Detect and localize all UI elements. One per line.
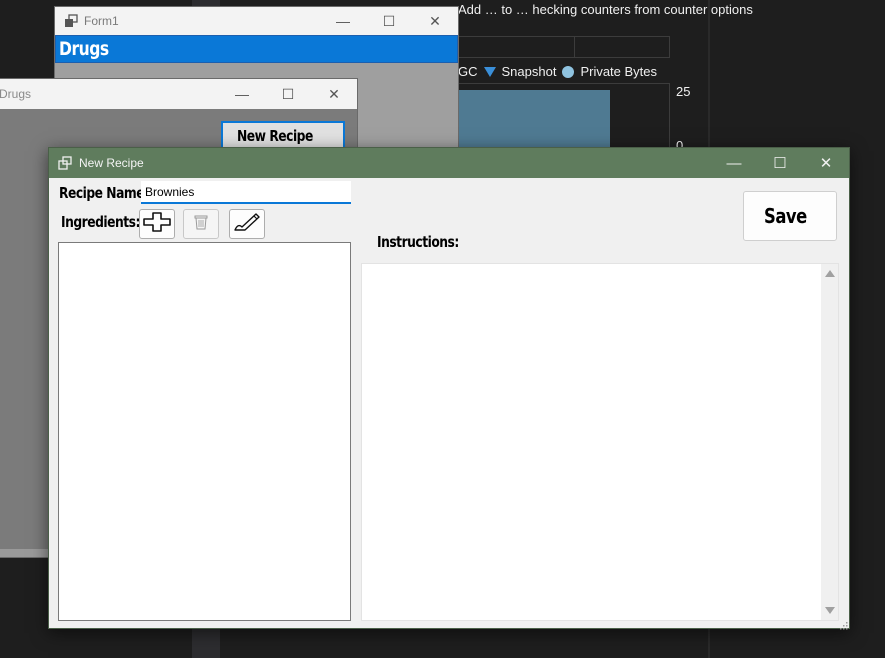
delete-ingredient-button[interactable] [183,209,219,239]
diagnostic-hint-text: Add … to … hecking counters from counter… [458,2,753,17]
form1-maximize-button[interactable]: ☐ [366,7,412,35]
chart-legend: GC Snapshot Private Bytes [458,64,657,79]
diagnostic-grid-row [458,36,670,58]
scroll-down-icon[interactable] [825,607,835,614]
private-bytes-marker-icon [562,65,575,78]
add-ingredient-button[interactable] [139,209,175,239]
instructions-textarea[interactable] [361,263,839,621]
drugs-close-button[interactable]: ✕ [311,79,357,109]
chart-axis-max: 25 [676,84,691,99]
form1-close-button[interactable]: ✕ [412,7,458,35]
form1-drugs-header[interactable]: Drugs [55,35,458,63]
snapshot-marker-icon [483,66,496,77]
instructions-label-text: Instructions: [377,233,459,251]
drugs-minimize-button[interactable]: — [219,79,265,109]
window-icon [58,156,72,170]
instructions-scrollbar[interactable] [821,264,838,620]
dialog-title: New Recipe [79,156,144,170]
recipe-name-input[interactable] [141,181,351,204]
trash-icon [192,213,210,236]
ingredients-label-text: Ingredients: [61,213,140,231]
drugs-titlebar[interactable]: Drugs — ☐ ✕ [0,79,357,109]
pencil-icon [231,210,263,239]
dialog-minimize-button[interactable]: — [711,148,757,178]
ingredients-list[interactable] [58,242,351,621]
legend-snapshot[interactable]: Snapshot [502,64,557,79]
dialog-maximize-button[interactable]: ☐ [757,148,803,178]
new-recipe-dialog: New Recipe — ☐ ✕ Recipe Name: Ingredient… [48,147,850,630]
save-button-label: Save [763,204,807,228]
resize-grip-icon[interactable] [838,617,848,630]
dialog-titlebar[interactable]: New Recipe — ☐ ✕ [49,148,849,178]
dialog-close-button[interactable]: ✕ [803,148,849,178]
save-button[interactable]: Save [743,191,837,241]
form1-header-label: Drugs [59,38,109,60]
plus-outline-icon [142,211,172,238]
form1-titlebar[interactable]: Form1 — ☐ ✕ [55,7,458,35]
new-recipe-button-label: New Recipe [236,127,313,145]
form1-minimize-button[interactable]: — [320,7,366,35]
window-icon [64,14,78,28]
edit-ingredient-button[interactable] [229,209,265,239]
scroll-up-icon[interactable] [825,270,835,277]
legend-private-bytes[interactable]: Private Bytes [580,64,657,79]
instructions-label: Instructions: [377,233,477,251]
drugs-maximize-button[interactable]: ☐ [265,79,311,109]
form1-title: Form1 [84,14,119,28]
legend-gc: GC [458,64,478,79]
drugs-title: Drugs [0,87,32,101]
recipe-name-label-text: Recipe Name: [59,184,149,202]
memory-chart-bar [458,90,610,147]
